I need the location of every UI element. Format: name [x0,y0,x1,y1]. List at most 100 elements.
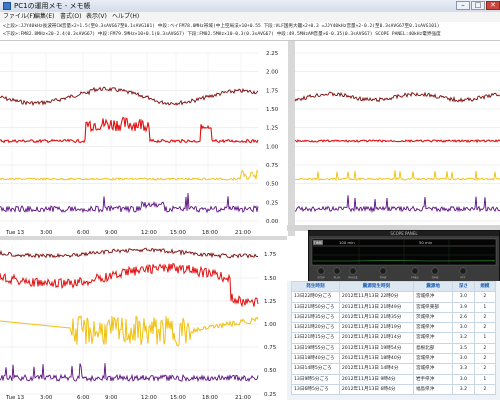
table-row[interactable]: 13日21時35分ごろ 2012年11月13日 21時35分 茨城県沖 2.6 2 [291,311,497,324]
cell-epicenter: 宮城県沖 [412,291,454,303]
menu-format[interactable]: 書式(O) [60,12,81,22]
column-header-depth[interactable]: 深さ [452,280,475,293]
scope-button[interactable] [317,267,325,275]
cell-occurrence[interactable]: 13日9時5分ごろ [291,373,340,385]
table-row[interactable]: 13日21時20分ごろ 2012年11月13日 21時19分 宮城県沖 3.0 2 [291,322,497,334]
cell-epicenter: 宮城県沖 [412,363,454,375]
column-header-epicenter[interactable]: 震源地 [412,280,454,293]
notes-line-1: <上段>:JJY40kHz長波帯CW音量×2+1.5(至0.3sAVG67至0.… [3,24,440,29]
cell-depth: 3.9 [452,301,475,313]
table-row[interactable]: 13日18時40分ごろ 2012年11月13日 18時40分 宮城県沖 3.0 2 [291,353,497,365]
scope-button[interactable] [379,267,387,275]
scope-button-label: TIME [379,276,387,280]
bottom-y-tick-label: 1.50 [264,276,277,282]
menu-edit[interactable]: 編集(E) [34,12,54,22]
bottom-x-tick-label: 12:00 [141,395,157,400]
column-header-scale[interactable]: 規模 [473,280,497,293]
cell-origin-time: 2012年11月13日 14時4分 [338,363,414,375]
column-header-occurrence[interactable]: 発生時刻 [291,280,340,293]
cell-occurrence[interactable]: 13日18時40分ごろ [291,353,340,365]
cell-depth: 3.0 [452,373,475,385]
cell-epicenter: 宮城県東部 [412,301,454,313]
bottom-x-tick-label: 6:00 [77,395,90,400]
scope-button[interactable] [459,267,467,275]
cell-epicenter: 宮城県沖 [412,353,454,365]
maximize-button[interactable]: □ [471,1,485,10]
cell-origin-time: 2012年11月13日 22時0分 [338,291,414,303]
table-row[interactable]: 13日19時55分ごろ 2012年11月13日 19時54分 島根北部 3.5 2 [291,342,497,355]
bottom-y-tick-label: 1.25 [264,299,277,305]
notepad-text-area[interactable]: <上段>:JJY40kHz長波帯CW音量×2+1.5(至0.3sAVG67至0.… [0,22,500,41]
top-signal-graph: 2.25 2.00 1.75 1.50 1.25 1.00 0.75 0.50 0.25 0.00… [0,41,500,236]
top-y-tick-label: 2.25 [266,51,279,57]
bottom-y-tick-label: 0.50 [264,368,277,374]
bottom-x-tick-label: 18:00 [202,395,218,400]
cell-scale: 2 [473,342,497,355]
top-y-tick-label: 0.75 [266,163,279,169]
cell-origin-time: 2012年11月13日 21時19分 [338,322,414,334]
cell-origin-time: 2012年11月13日 21時35分 [338,311,414,324]
top-y-tick-label: 1.75 [266,88,279,94]
menu-view[interactable]: 表示(V) [86,12,107,22]
table-row[interactable]: 13日14時5分ごろ 2012年11月13日 14時4分 宮城県沖 3.3 2 [291,363,497,375]
top-y-tick-label: 2.00 [266,70,279,76]
cell-depth: 3.2 [452,332,475,344]
table-row[interactable]: 13日21時15分ごろ 2012年11月13日 21時14分 宮城県沖 3.2 1 [291,332,497,344]
cell-origin-time: 2012年11月13日 19時54分 [338,342,414,355]
scope-button[interactable] [431,267,439,275]
cell-depth: 3.0 [452,353,475,365]
cell-origin-time: 2012年11月13日 18時40分 [338,353,414,365]
close-button[interactable]: ✕ [486,1,500,10]
notepad-app-icon [3,2,11,10]
cell-occurrence[interactable]: 13日21時50分ごろ [291,301,340,313]
window-title: PC1の運用メモ - メモ帳 [14,2,91,10]
scope-scale-50: 50 min [419,240,433,245]
cell-occurrence[interactable]: 13日21時35分ごろ [291,311,340,324]
cell-epicenter: 宮城県沖 [412,332,454,344]
scope-button-label: FREQ [411,276,419,280]
table-row[interactable]: 13日9時5分ごろ 2012年11月13日 9時4分 岩手県沖 3.0 1 [291,373,497,385]
cell-epicenter: 福島県沖 [412,383,454,396]
minimize-button[interactable]: – [456,1,470,10]
cell-scale: 2 [473,353,497,365]
top-y-tick-label: 0.00 [266,219,279,225]
cell-occurrence[interactable]: 13日22時0分ごろ [291,291,340,303]
cell-scale: 2 [473,291,497,303]
top-y-tick-label: 0.25 [266,200,279,206]
cell-occurrence[interactable]: 13日21時15分ごろ [291,332,340,344]
table-row[interactable]: 13日22時0分ごろ 2012年11月13日 22時0分 宮城県沖 3.0 2 [291,291,497,303]
cell-depth: 3.0 [452,291,475,303]
scope-title: SCOPE PANEL [390,231,418,236]
scope-scale-100: 100 min [339,240,355,245]
column-header-origin-time[interactable]: 震源発生時刻 [338,280,414,293]
cell-scale: 2 [473,311,497,324]
scope-button[interactable] [333,267,341,275]
scope-button[interactable] [349,267,357,275]
cell-occurrence[interactable]: 13日14時5分ごろ [291,363,340,375]
bottom-x-tick-label: 21:00 [235,395,251,400]
menu-help[interactable]: ヘルプ(H) [112,12,139,22]
table-row[interactable]: 13日6時5分ごろ 2012年11月13日 6時4分 福島県沖 3.2 2 [291,383,497,396]
top-y-tick-label: 1.25 [266,126,279,132]
cell-origin-time: 2012年11月13日 6時4分 [338,383,414,396]
cell-depth: 3.3 [452,363,475,375]
cell-epicenter: 茨城県沖 [412,311,454,324]
cell-depth: 3.5 [452,342,475,355]
scope-button-label: STOP [317,276,325,280]
scope-button-label: FFT [461,276,466,280]
cell-occurrence[interactable]: 13日21時20分ごろ [291,322,340,334]
cell-scale: 2 [473,363,497,375]
cell-occurrence[interactable]: 13日6時5分ごろ [291,383,340,396]
scope-time-label: TIME [313,241,323,245]
table-row[interactable]: 13日21時50分ごろ 2012年11月13日 21時49分 宮城県東部 3.9 1 [291,301,497,313]
cell-occurrence[interactable]: 13日19時55分ごろ [291,342,340,355]
cell-epicenter: 岩手県沖 [412,373,454,385]
cell-scale: 2 [473,322,497,334]
notes-line-2: <下段>:FM82.8MHz×20-2.4(0.3sAVG67) 中段:FM79… [3,32,441,37]
bottom-y-tick-label: 1.75 [264,252,277,258]
cell-depth: 3.2 [452,383,475,396]
bottom-plot-title-strip [0,236,287,240]
menu-file[interactable]: ファイル(F) [3,12,35,22]
cell-epicenter: 島根北部 [412,342,454,355]
scope-button[interactable] [411,267,419,275]
